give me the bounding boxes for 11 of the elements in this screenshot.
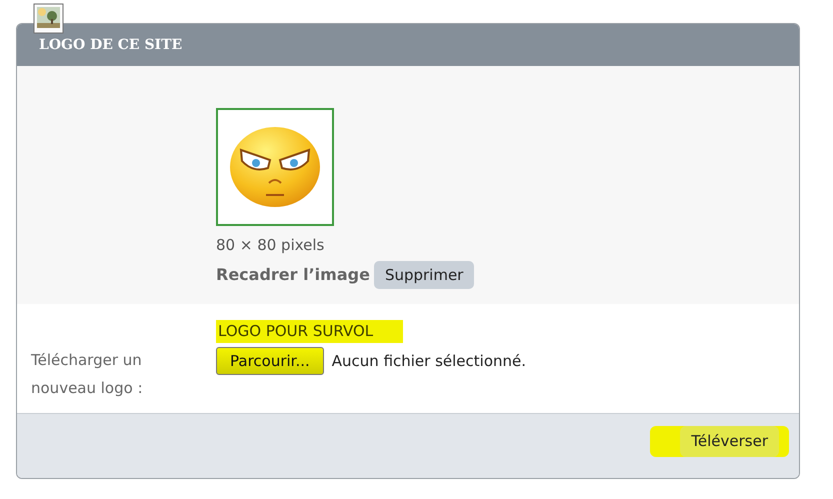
crop-image-link[interactable]: Recadrer l’image — [216, 262, 370, 287]
image-size-text: 80 × 80 pixels — [216, 235, 326, 256]
upload-button[interactable]: Téléverser — [680, 426, 779, 456]
angry-emoji-icon — [228, 125, 322, 209]
image-icon — [33, 3, 64, 34]
delete-button[interactable]: Supprimer — [374, 260, 474, 289]
browse-button[interactable]: Parcourir... — [216, 346, 324, 375]
upload-label: Télécharger un nouveau logo : — [31, 350, 144, 399]
file-status-text: Aucun fichier sélectionné. — [332, 350, 526, 372]
hover-logo-title: LOGO POUR SURVOL — [216, 320, 404, 342]
panel-title: LOGO DE CE SITE — [39, 36, 182, 54]
